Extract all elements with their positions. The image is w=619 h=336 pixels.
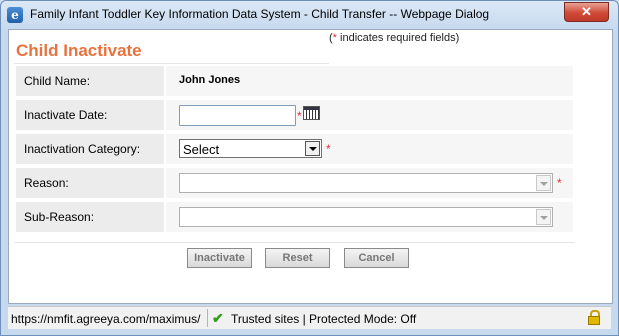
chevron-down-icon[interactable] [305,141,320,156]
value-cell [166,202,573,232]
label-cell: Child Name: [16,66,164,96]
cancel-button[interactable]: Cancel [344,248,409,268]
inactivate-button[interactable]: Inactivate [187,248,252,268]
value-cell: Select * [166,134,573,164]
heading-divider [14,63,329,64]
status-bar: https://nmfit.agreeya.com/maximus/ ✔ Tru… [8,306,611,329]
row-child-name: Child Name: John Jones [16,66,573,96]
status-url: https://nmfit.agreeya.com/maximus/ [11,312,201,326]
label-cell: Inactivation Category: [16,134,164,164]
inactivate-date-label: Inactivate Date: [24,108,108,122]
chevron-down-icon[interactable] [536,209,551,225]
calendar-icon[interactable] [303,106,320,120]
inactivate-date-input[interactable] [179,105,296,126]
inactivation-category-select[interactable]: Select [179,139,322,158]
required-note-text: indicates required fields) [336,32,460,44]
window-title: Family Infant Toddler Key Information Da… [30,7,490,21]
reset-button[interactable]: Reset [265,248,330,268]
checkmark-icon: ✔ [212,310,224,326]
close-button[interactable]: ✕ [564,2,609,22]
child-name-value: John Jones [179,74,241,86]
security-zone[interactable]: Trusted sites | Protected Mode: Off [231,312,416,326]
label-cell: Sub-Reason: [16,202,164,232]
required-fields-note: (* indicates required fields) [329,32,459,44]
row-reason: Reason: * [16,168,573,198]
required-marker: * [557,176,562,190]
required-marker: * [297,109,302,123]
page-title: Child Inactivate [16,41,142,60]
dialog-content: Child Inactivate (* indicates required f… [8,29,613,304]
title-bar[interactable]: e Family Infant Toddler Key Information … [1,1,618,28]
sub-reason-select[interactable] [179,207,553,227]
row-sub-reason: Sub-Reason: [16,202,573,232]
row-inactivation-category: Inactivation Category: Select * [16,134,573,164]
value-cell: * [166,100,573,130]
label-cell: Reason: [16,168,164,198]
inactivation-category-selected: Select [183,142,220,157]
inactivation-category-label: Inactivation Category: [24,142,141,156]
row-inactivate-date: Inactivate Date: * [16,100,573,130]
value-cell: * [166,168,573,198]
padlock-icon[interactable] [588,310,600,325]
child-name-label: Child Name: [24,74,91,88]
dialog-window: e Family Infant Toddler Key Information … [0,0,619,336]
sub-reason-label: Sub-Reason: [24,210,95,224]
button-divider [14,242,574,243]
ie-page-icon: e [7,7,23,23]
label-cell: Inactivate Date: [16,100,164,130]
reason-label: Reason: [24,176,69,190]
chevron-down-icon[interactable] [536,175,551,191]
status-divider [207,309,208,327]
required-marker: * [326,142,331,156]
value-cell: John Jones [166,66,573,96]
reason-select[interactable] [179,173,553,193]
